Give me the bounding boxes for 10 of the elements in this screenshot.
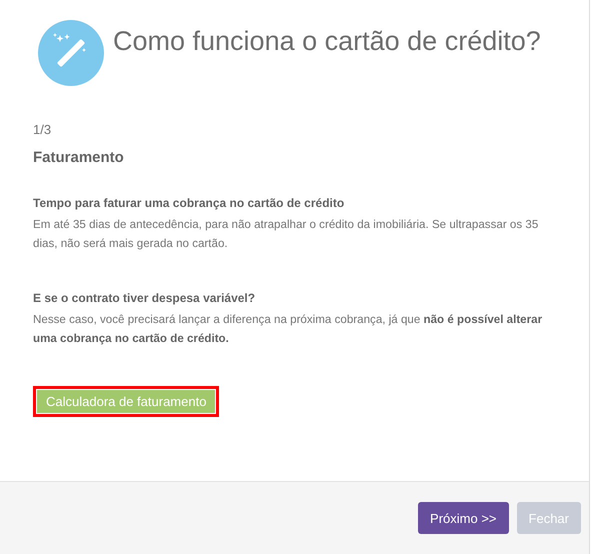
next-button[interactable]: Próximo >> bbox=[418, 502, 509, 534]
answer-text: Em até 35 dias de antecedência, para não atrapalhar o crédito da imobiliária. Se ultrapassar os 35 dias, não será mais gerada no cartão. bbox=[33, 217, 540, 252]
step-counter: 1/3 bbox=[33, 122, 52, 137]
magic-wand-icon bbox=[38, 20, 104, 86]
question-title: E se o contrato tiver despesa variável? bbox=[33, 291, 256, 305]
question-title: Tempo para faturar uma cobrança no cartão de crédito bbox=[33, 196, 346, 210]
calculator-button[interactable]: Calculadora de faturamento bbox=[33, 386, 220, 417]
dialog-title: Como funciona o cartão de crédito? bbox=[113, 26, 541, 57]
answer-text: Nesse caso, você precisará lançar a diferença na próxima cobrança, já que não é possível alterar uma cobrança no cartão de crédito. bbox=[33, 312, 544, 347]
section-heading: Faturamento bbox=[33, 149, 125, 166]
